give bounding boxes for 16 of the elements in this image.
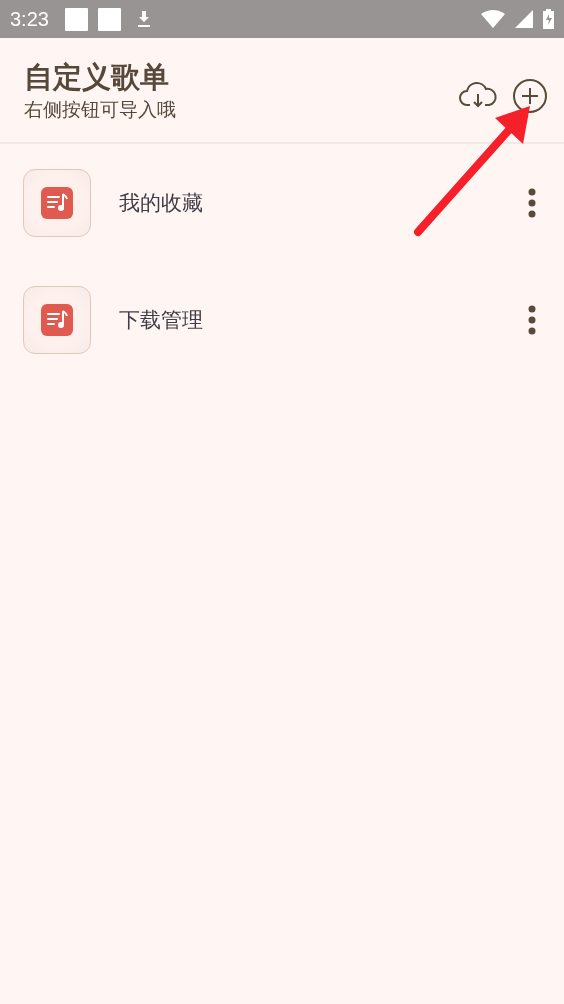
wifi-icon bbox=[481, 9, 505, 29]
playlist-name[interactable]: 我的收藏 bbox=[119, 188, 524, 217]
playlist-name[interactable]: 下载管理 bbox=[119, 305, 524, 334]
notification-icon bbox=[64, 7, 88, 31]
battery-icon bbox=[543, 9, 554, 29]
signal-icon bbox=[515, 10, 533, 28]
page-title: 自定义歌单 bbox=[24, 59, 170, 96]
page-subtitle: 右侧按钮可导入哦 bbox=[24, 97, 177, 122]
add-button[interactable] bbox=[510, 78, 550, 114]
download-icon bbox=[136, 11, 151, 27]
status-time: 3:23 bbox=[10, 7, 49, 31]
playlist-cover[interactable] bbox=[23, 168, 91, 237]
playlist-icon bbox=[41, 186, 73, 219]
playlist-icon bbox=[41, 303, 73, 336]
notification-icon bbox=[97, 7, 121, 31]
playlist-cover[interactable] bbox=[23, 285, 91, 354]
